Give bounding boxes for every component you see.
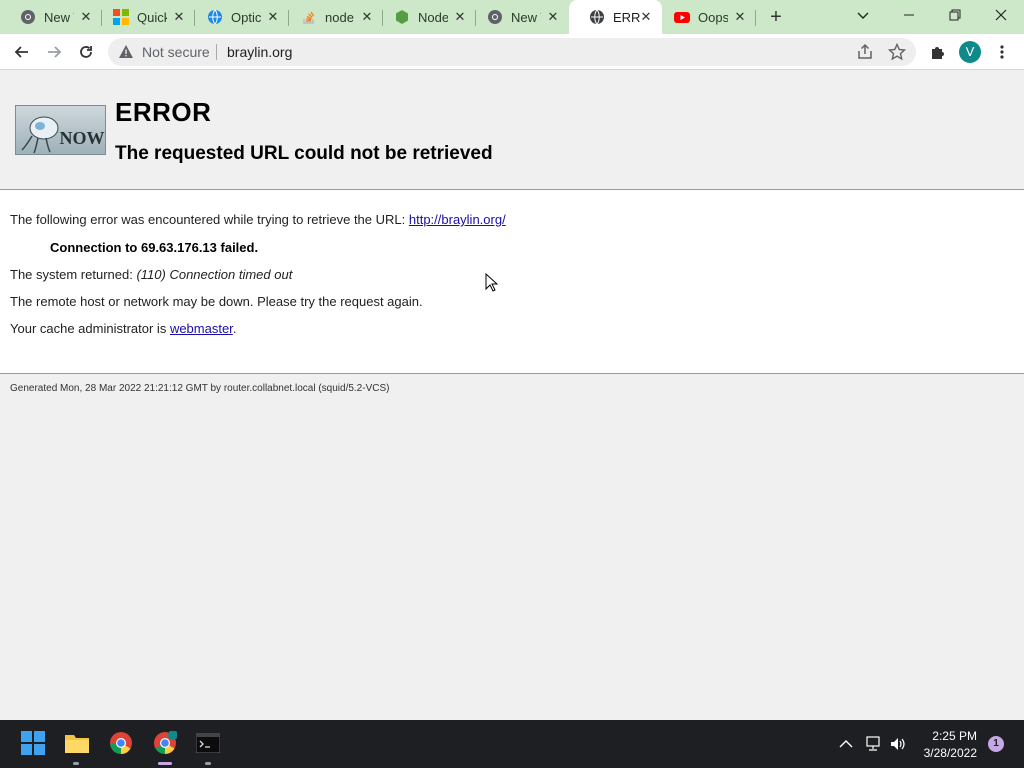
forward-arrow-icon	[48, 46, 62, 58]
close-icon[interactable]: ✕	[638, 9, 654, 25]
tab-title: node	[325, 9, 354, 25]
reload-icon	[80, 46, 92, 58]
tab-error[interactable]: ERROR ✕	[569, 0, 662, 34]
error-header: NOW ERROR The requested URL could not be…	[0, 71, 1024, 190]
close-icon	[995, 9, 1007, 21]
tab-node-so[interactable]: node ✕	[281, 0, 383, 34]
tab-quick[interactable]: Quick ✕	[93, 0, 195, 34]
kebab-menu-icon	[1000, 45, 1004, 59]
close-icon[interactable]: ✕	[359, 9, 375, 25]
system-returned-line: The system returned: (110) Connection ti…	[10, 267, 292, 282]
chevron-up-icon[interactable]	[836, 734, 856, 754]
folder-icon[interactable]	[64, 730, 90, 756]
profile-avatar[interactable]: V	[959, 41, 981, 63]
chrome-icon	[20, 9, 36, 25]
intro-text: The following error was encountered whil…	[10, 212, 409, 227]
requested-url-link[interactable]: http://braylin.org/	[409, 212, 506, 227]
close-icon[interactable]: ✕	[732, 9, 748, 25]
system-returned-value: (110) Connection timed out	[136, 267, 293, 282]
running-indicator	[205, 762, 211, 765]
puzzle-icon	[932, 47, 944, 59]
back-button[interactable]	[10, 40, 34, 64]
cache-admin-label: Your cache administrator is	[10, 321, 170, 336]
running-indicator	[73, 762, 79, 765]
new-tab-button[interactable]: +	[766, 7, 786, 27]
chrome-icon	[487, 9, 503, 25]
terminal-icon[interactable]	[195, 730, 221, 756]
windows-icon[interactable]	[20, 730, 46, 756]
logo-text: NOW	[60, 128, 105, 148]
mouse-pointer-icon	[485, 272, 499, 293]
nodejs-icon	[394, 9, 410, 25]
address-bar[interactable]: Not secure braylin.org	[108, 38, 916, 66]
restore-icon	[949, 9, 961, 21]
close-window-button[interactable]	[978, 0, 1024, 30]
share-icon[interactable]	[856, 43, 874, 61]
minimize-icon	[904, 14, 914, 16]
tab-title: Node	[418, 9, 448, 25]
tab-search-button[interactable]	[840, 0, 886, 30]
microsoft-icon	[113, 9, 129, 25]
clock-time[interactable]: 2:25 PM	[931, 729, 977, 743]
error-body: The following error was encountered whil…	[0, 190, 1024, 374]
forward-button[interactable]	[42, 40, 66, 64]
cache-admin-suffix: .	[232, 321, 237, 336]
tab-optic[interactable]: Optic ✕	[187, 0, 289, 34]
error-title: ERROR	[115, 97, 212, 127]
bookmark-star-icon[interactable]	[887, 42, 907, 61]
generated-footer: Generated Mon, 28 Mar 2022 21:21:12 GMT …	[10, 383, 390, 394]
tab-new-tab-1[interactable]: New Tab ✕	[0, 0, 102, 34]
url-text[interactable]: braylin.org	[227, 44, 292, 60]
globe-icon	[207, 9, 223, 25]
remote-host-message: The remote host or network may be down. …	[10, 294, 423, 309]
network-icon[interactable]	[863, 734, 883, 754]
chevron-down-icon	[857, 12, 869, 19]
close-icon[interactable]: ✕	[545, 9, 561, 25]
youtube-icon	[674, 9, 690, 25]
active-indicator	[158, 762, 172, 765]
tab-nodejs[interactable]: Node ✕	[374, 0, 476, 34]
back-arrow-icon	[14, 46, 28, 58]
stackoverflow-icon	[301, 9, 317, 25]
volume-icon[interactable]	[888, 734, 908, 754]
tab-title: Oops	[698, 9, 728, 25]
error-subtitle: The requested URL could not be retrieved	[115, 143, 493, 164]
clock-date[interactable]: 3/28/2022	[917, 746, 977, 760]
tab-title: New Tab	[511, 9, 541, 25]
chrome-icon[interactable]	[152, 730, 178, 756]
tab-title: ERROR	[613, 9, 641, 25]
tab-new-tab-2[interactable]: New Tab ✕	[467, 0, 569, 34]
notification-badge[interactable]: 1	[988, 736, 1004, 752]
webmaster-link[interactable]: webmaster	[170, 321, 233, 336]
tab-title: New Tab	[44, 9, 74, 25]
extensions-button[interactable]	[926, 40, 950, 64]
globe-icon	[589, 9, 605, 25]
tab-title: Quick	[137, 9, 167, 25]
squid-logo: NOW	[15, 105, 106, 155]
reload-button[interactable]	[74, 40, 98, 64]
intro-line: The following error was encountered whil…	[10, 212, 506, 227]
divider	[216, 44, 217, 60]
close-icon[interactable]: ✕	[265, 9, 281, 25]
close-icon[interactable]: ✕	[452, 9, 468, 25]
tab-separator	[755, 10, 756, 26]
chrome-icon[interactable]	[108, 730, 134, 756]
close-icon[interactable]: ✕	[78, 9, 94, 25]
restore-button[interactable]	[932, 0, 978, 30]
connection-failed-text: Connection to 69.63.176.13 failed.	[50, 240, 259, 255]
cache-admin-line: Your cache administrator is webmaster.	[10, 321, 236, 336]
menu-button[interactable]	[990, 40, 1014, 64]
browser-toolbar: Not secure braylin.org V	[0, 34, 1024, 70]
close-icon[interactable]: ✕	[171, 9, 187, 25]
tab-title: Optic	[231, 9, 261, 25]
tab-oops[interactable]: Oops ✕	[654, 0, 756, 34]
minimize-button[interactable]	[886, 0, 932, 30]
tab-strip: New Tab ✕ Quick ✕ Optic ✕ node ✕ Node ✕	[0, 0, 1024, 34]
page-content: NOW ERROR The requested URL could not be…	[0, 71, 1024, 720]
taskbar: 2:25 PM 3/28/2022 1	[0, 720, 1024, 768]
system-returned-label: The system returned:	[10, 267, 137, 282]
warning-icon[interactable]	[118, 44, 134, 60]
security-status[interactable]: Not secure	[142, 44, 210, 60]
